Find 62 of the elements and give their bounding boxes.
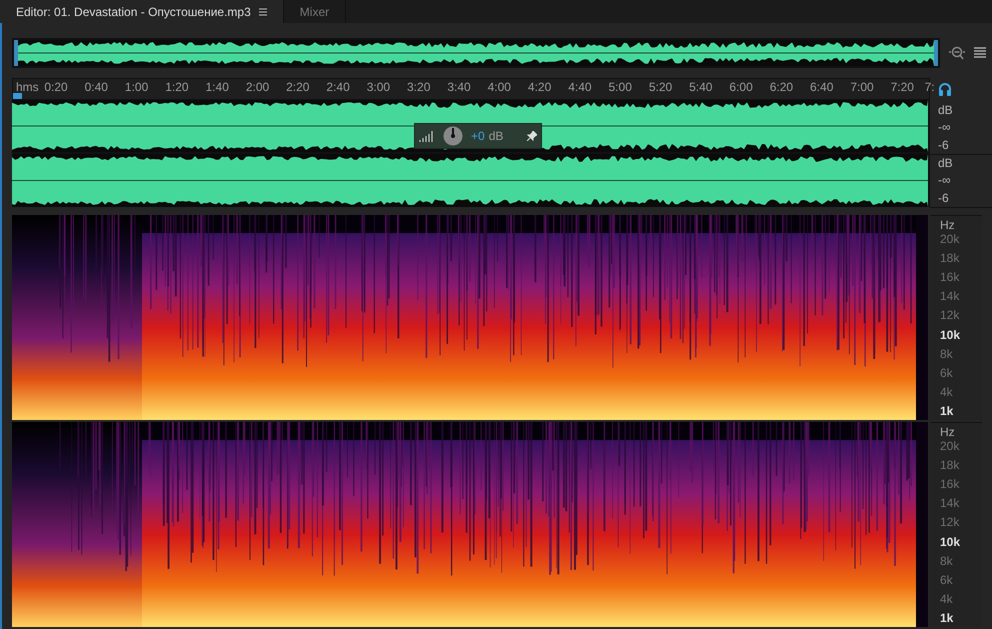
time-label: 6:40 [810, 80, 834, 94]
frequency-label: 1k [939, 610, 954, 625]
headphones-icon[interactable] [938, 82, 952, 96]
time-label: 5:00 [608, 80, 632, 94]
time-label: 1:00 [124, 80, 148, 94]
time-label: 4:00 [488, 80, 511, 94]
time-label: 3:20 [407, 80, 430, 94]
frequency-label: 8k [939, 554, 954, 568]
playhead-marker[interactable] [13, 93, 22, 99]
time-label: 5:40 [689, 80, 712, 94]
time-label: 2:00 [246, 80, 270, 94]
frequency-label: 6k [939, 366, 954, 380]
time-label: 2:20 [286, 80, 310, 94]
frequency-label: 16k [939, 477, 960, 492]
gain-hud[interactable]: +0 dB [414, 123, 542, 149]
frequency-label: 16k [939, 270, 960, 284]
unit-label: Hz [939, 218, 956, 232]
list-icon[interactable] [974, 46, 986, 60]
frequency-label: 14k [939, 496, 960, 510]
scale-label: -∞ [938, 174, 952, 188]
scale-label: -∞ [938, 121, 952, 134]
tab[interactable]: Editor: 01. Devastation - Опустошение.mp3 [0, 0, 284, 23]
knob-icon[interactable] [443, 126, 463, 146]
frequency-label: 20k [939, 439, 960, 453]
time-label: 7:00 [850, 80, 874, 94]
time-label: 0:40 [84, 80, 108, 94]
pin-icon[interactable] [527, 131, 538, 141]
frequency-label: 6k [939, 572, 954, 587]
time-label: 0:20 [44, 80, 68, 94]
time-label: 4:20 [528, 80, 552, 94]
frequency-label: 18k [939, 458, 960, 472]
scale-label: dB [938, 104, 954, 118]
time-label: 4:40 [568, 80, 592, 94]
time-label: 3:00 [366, 80, 390, 94]
time-label: 6:20 [770, 80, 794, 94]
time-label: 2:40 [326, 80, 350, 94]
frequency-label: 10k [939, 534, 962, 549]
time-label: 3:40 [447, 80, 471, 94]
frequency-label: 1k [939, 404, 954, 418]
frequency-label: 14k [939, 289, 960, 304]
time-label: 7:20 [890, 80, 914, 94]
time-label: 5:20 [648, 80, 672, 94]
unit-label: Hz [939, 425, 956, 439]
signal-bars-icon [419, 130, 435, 142]
scale-label: dB [938, 157, 954, 170]
frequency-label: 10k [939, 328, 962, 342]
menu-icon[interactable] [258, 8, 267, 16]
gain-unit: dB [488, 128, 504, 145]
frequency-label: 12k [939, 515, 960, 530]
time-label: 1:20 [165, 80, 189, 94]
time-label: 6:00 [729, 80, 753, 94]
frequency-label: 4k [939, 592, 954, 606]
frequency-label: 4k [939, 384, 954, 399]
scale-label: -6 [938, 192, 950, 205]
frequency-label: 20k [939, 232, 960, 246]
time-label: 1:40 [206, 80, 229, 94]
gain-value: +0 [471, 128, 485, 145]
scale-label: -6 [938, 138, 950, 152]
frequency-label: 18k [939, 251, 960, 266]
ruler-unit: hms [16, 80, 39, 94]
frequency-label: 12k [939, 308, 960, 322]
frequency-label: 8k [939, 346, 954, 361]
